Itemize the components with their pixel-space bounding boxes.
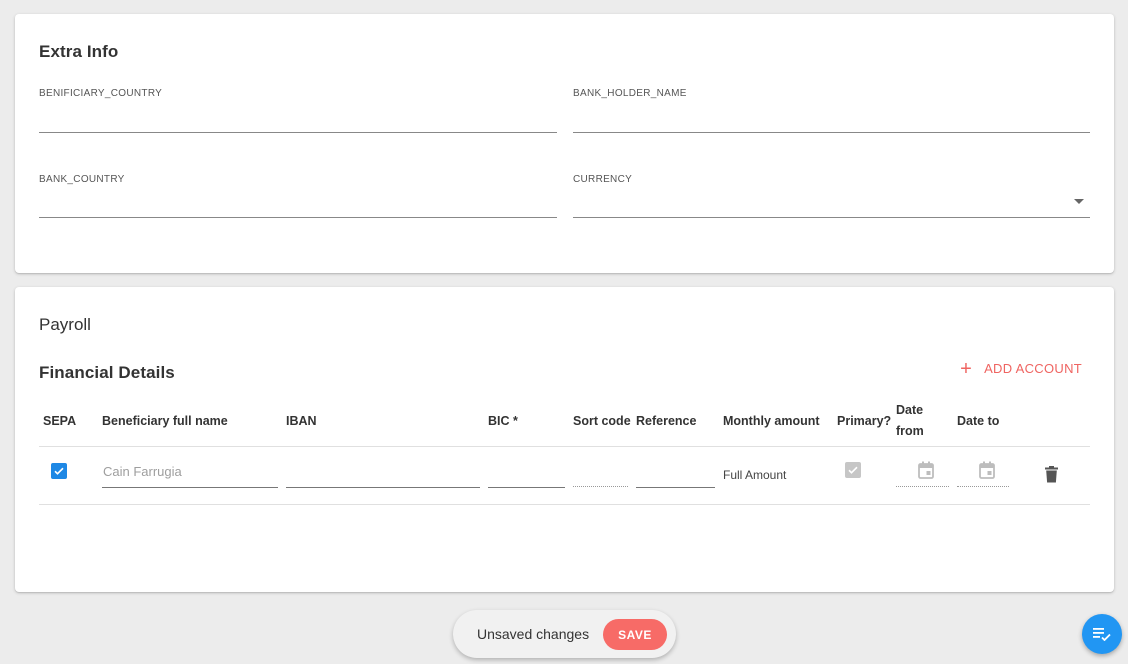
currency-select[interactable]: CURRENCY	[573, 174, 1090, 218]
playlist-check-icon	[1093, 628, 1111, 641]
date-from-line-1: Date	[896, 403, 924, 417]
bic-input[interactable]	[488, 487, 565, 488]
column-header-bic: BIC *	[488, 414, 518, 428]
date-from-input[interactable]	[896, 486, 949, 487]
column-header-sort-code: Sort code	[573, 414, 631, 428]
bank-country-underline	[39, 217, 557, 218]
beneficiary-name-underline	[102, 487, 278, 488]
date-from-line-2: from	[896, 424, 924, 438]
table-header-divider	[39, 446, 1090, 447]
add-account-label: ADD ACCOUNT	[984, 361, 1082, 376]
column-header-iban: IBAN	[286, 414, 317, 428]
table-row-divider	[39, 504, 1090, 505]
column-header-date-from: Date from	[896, 400, 924, 442]
playlist-check-button[interactable]	[1082, 614, 1122, 654]
reference-input[interactable]	[636, 487, 715, 488]
chevron-down-icon[interactable]	[1074, 199, 1084, 204]
check-icon	[848, 466, 858, 474]
calendar-icon[interactable]	[979, 461, 995, 484]
payroll-card: Payroll Financial Details + ADD ACCOUNT …	[15, 287, 1114, 592]
beneficiary-country-underline	[39, 132, 557, 133]
unsaved-changes-message: Unsaved changes	[477, 626, 590, 642]
payroll-title: Payroll	[39, 315, 91, 334]
beneficiary-country-label: BENIFICIARY_COUNTRY	[39, 88, 163, 99]
save-button[interactable]: SAVE	[603, 619, 667, 650]
column-header-reference: Reference	[636, 414, 697, 428]
unsaved-changes-bar: Unsaved changes SAVE	[453, 610, 676, 658]
trash-icon[interactable]	[1045, 466, 1058, 488]
extra-info-card: Extra Info BENIFICIARY_COUNTRY BANK_HOLD…	[15, 14, 1114, 273]
financial-details-title: Financial Details	[39, 363, 175, 382]
beneficiary-name-input[interactable]: Cain Farrugia	[103, 464, 182, 479]
date-to-input[interactable]	[957, 486, 1009, 487]
bank-holder-name-label: BANK_HOLDER_NAME	[573, 88, 687, 99]
iban-input[interactable]	[286, 487, 480, 488]
bank-holder-name-underline	[573, 132, 1090, 133]
bank-country-field[interactable]: BANK_COUNTRY	[39, 174, 557, 218]
primary-checkbox	[845, 462, 861, 478]
column-header-date-to: Date to	[957, 414, 1000, 428]
column-header-sepa: SEPA	[43, 414, 77, 428]
calendar-icon[interactable]	[918, 461, 934, 484]
extra-info-title: Extra Info	[39, 42, 119, 61]
check-icon	[54, 467, 64, 475]
column-header-beneficiary: Beneficiary full name	[102, 414, 228, 428]
monthly-amount-value: Full Amount	[723, 468, 787, 482]
column-header-monthly-amount: Monthly amount	[723, 414, 820, 428]
add-account-button[interactable]: + ADD ACCOUNT	[960, 357, 1082, 380]
bank-country-label: BANK_COUNTRY	[39, 174, 125, 185]
currency-label: CURRENCY	[573, 174, 633, 185]
bank-holder-name-field[interactable]: BANK_HOLDER_NAME	[573, 88, 1090, 133]
column-header-primary: Primary?	[837, 414, 892, 428]
sepa-checkbox[interactable]	[51, 463, 67, 479]
beneficiary-country-field[interactable]: BENIFICIARY_COUNTRY	[39, 88, 557, 133]
plus-icon: +	[960, 357, 973, 380]
sort-code-input[interactable]	[573, 486, 628, 487]
currency-underline	[573, 217, 1090, 218]
